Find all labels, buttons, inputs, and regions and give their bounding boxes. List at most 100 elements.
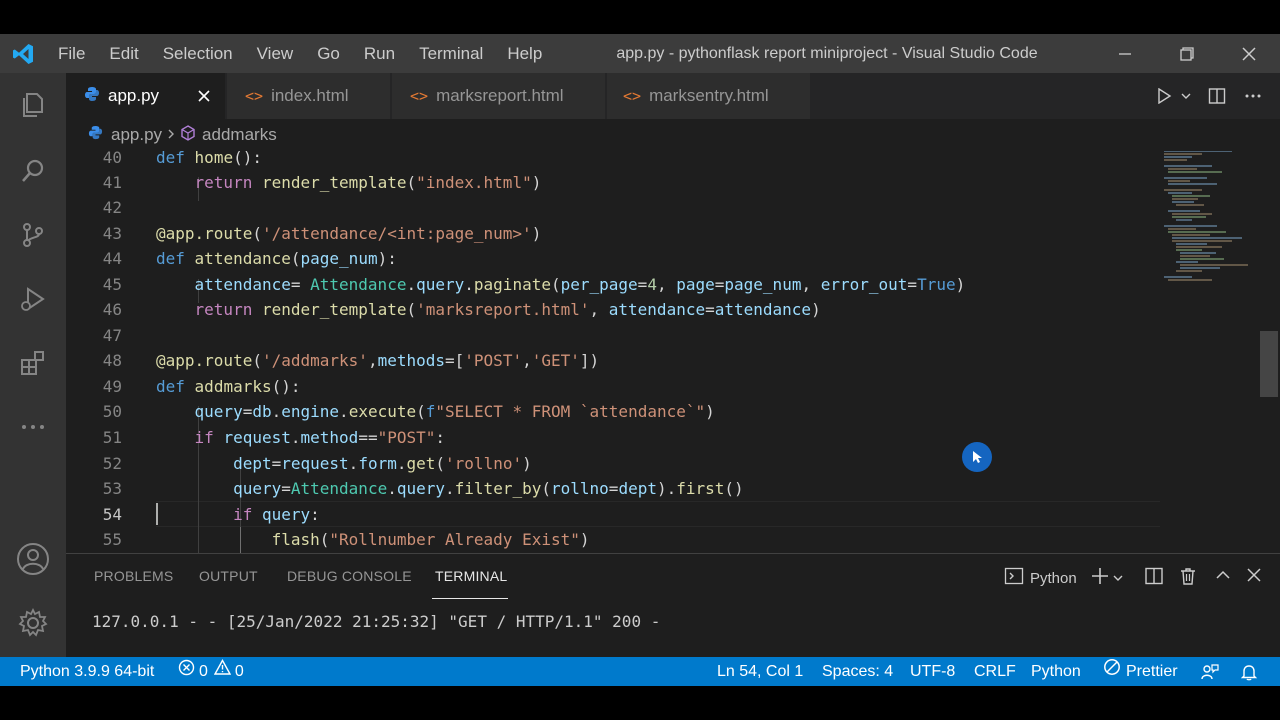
more-icon[interactable] <box>0 399 66 455</box>
menu-help[interactable]: Help <box>495 44 554 64</box>
python-interpreter[interactable]: Python 3.9.9 64-bit <box>20 657 154 686</box>
html-icon: <> <box>623 87 642 105</box>
window-title: app.py - pythonflask report miniproject … <box>616 45 1038 62</box>
breadcrumb-file[interactable]: app.py <box>111 125 162 145</box>
code-line: 44 def attendance(page_num): <box>102 249 397 268</box>
editor-tab-bar: app.py <> index.html <> marksreport.html… <box>66 73 1280 119</box>
tab-label: app.py <box>108 86 160 105</box>
tab-debug-console[interactable]: DEBUG CONSOLE <box>287 568 412 584</box>
prettier-label: Prettier <box>1126 663 1178 680</box>
close-tab-icon[interactable] <box>193 85 215 107</box>
menu-go[interactable]: Go <box>305 44 352 64</box>
settings-gear-icon[interactable] <box>0 595 66 651</box>
source-control-icon[interactable] <box>0 207 66 263</box>
code-line: 50 query=db.engine.execute(f"SELECT * FR… <box>102 402 715 421</box>
code-line: 40 def home(): <box>102 151 262 167</box>
minimize-button[interactable] <box>1094 34 1156 73</box>
minimap[interactable] <box>1162 151 1262 301</box>
encoding[interactable]: UTF-8 <box>910 657 955 686</box>
code-line: 43 @app.route('/attendance/<int:page_num… <box>102 224 542 243</box>
error-icon <box>178 657 195 686</box>
tab-label: index.html <box>271 86 349 105</box>
symbol-method-icon <box>180 124 196 146</box>
search-icon[interactable] <box>0 143 66 199</box>
letterbox-top <box>0 0 1280 34</box>
tab-index-html[interactable]: <> index.html <box>227 73 391 119</box>
chevron-down-icon[interactable] <box>1112 569 1124 588</box>
breadcrumb: app.py addmarks <box>66 119 1280 151</box>
tab-label: marksentry.html <box>649 86 769 105</box>
tab-problems[interactable]: PROBLEMS <box>94 568 173 584</box>
prettier-status[interactable]: Prettier <box>1103 657 1178 686</box>
restore-button[interactable] <box>1156 34 1218 73</box>
menu-selection[interactable]: Selection <box>151 44 245 64</box>
code-line: 49 def addmarks(): <box>102 377 301 396</box>
new-terminal-button[interactable] <box>1090 566 1124 590</box>
letterbox-bottom <box>0 686 1280 720</box>
terminal-icon <box>1004 566 1024 590</box>
indentation[interactable]: Spaces: 4 <box>822 657 893 686</box>
problems-status[interactable]: 0 0 <box>178 657 244 686</box>
code-line: 48 @app.route('/addmarks',methods=['POST… <box>102 351 600 370</box>
trash-icon[interactable] <box>1178 566 1198 586</box>
bottom-panel: PROBLEMS OUTPUT DEBUG CONSOLE TERMINAL P… <box>66 553 1280 657</box>
warning-count: 0 <box>234 663 244 680</box>
error-count: 0 <box>199 663 208 680</box>
prettier-check-icon <box>1103 657 1121 686</box>
tab-marksentry-html[interactable]: <> marksentry.html <box>607 73 811 119</box>
code-line: 51 if request.method=="POST": <box>102 428 446 447</box>
python-icon <box>88 125 103 145</box>
cursor-position[interactable]: Ln 54, Col 1 <box>717 657 803 686</box>
tab-marksreport-html[interactable]: <> marksreport.html <box>392 73 606 119</box>
mouse-pointer-highlight <box>962 442 992 472</box>
run-python-file-icon[interactable] <box>1152 81 1176 111</box>
code-line-current: 54 if query: <box>102 505 320 524</box>
run-debug-icon[interactable] <box>0 271 66 327</box>
code-line: 53 query=Attendance.query.filter_by(roll… <box>102 479 744 498</box>
language-mode[interactable]: Python <box>1031 657 1081 686</box>
account-icon[interactable] <box>0 531 66 587</box>
title-bar: File Edit Selection View Go Run Terminal… <box>0 34 1280 73</box>
code-line: 52 dept=request.form.get('rollno') <box>102 454 532 473</box>
html-icon: <> <box>245 87 264 105</box>
split-editor-icon[interactable] <box>1202 81 1232 111</box>
menu-file[interactable]: File <box>46 44 97 64</box>
terminal-shell-label: Python <box>1030 569 1077 587</box>
text-cursor <box>156 503 158 525</box>
menu-edit[interactable]: Edit <box>97 44 150 64</box>
code-editor[interactable]: 40 def home(): 41 return render_template… <box>66 151 1280 553</box>
chevron-up-icon[interactable] <box>1214 566 1232 584</box>
plus-icon <box>1090 566 1110 590</box>
extensions-icon[interactable] <box>0 335 66 391</box>
chevron-right-icon <box>166 125 176 145</box>
line-ending[interactable]: CRLF <box>974 657 1016 686</box>
code-line: 41 return render_template("index.html") <box>102 173 542 192</box>
warning-icon <box>213 657 232 686</box>
editor-actions <box>1152 73 1280 119</box>
explorer-icon[interactable] <box>0 77 66 133</box>
notifications-bell-icon[interactable] <box>1240 657 1258 686</box>
code-line: 47 <box>102 326 122 345</box>
tab-app-py[interactable]: app.py <box>66 73 226 119</box>
split-terminal-icon[interactable] <box>1144 566 1164 586</box>
menu-run[interactable]: Run <box>352 44 407 64</box>
feedback-icon[interactable] <box>1200 657 1220 686</box>
scrollbar-thumb[interactable] <box>1260 331 1278 397</box>
terminal-selector[interactable]: Python <box>1004 566 1077 590</box>
active-tab-indicator <box>432 598 508 599</box>
menu-view[interactable]: View <box>245 44 306 64</box>
html-icon: <> <box>410 87 429 105</box>
breadcrumb-symbol[interactable]: addmarks <box>202 125 277 145</box>
close-panel-icon[interactable] <box>1245 566 1263 584</box>
tab-output[interactable]: OUTPUT <box>199 568 258 584</box>
code-line: 45 attendance= Attendance.query.paginate… <box>102 275 966 294</box>
close-window-button[interactable] <box>1218 34 1280 73</box>
menu-terminal[interactable]: Terminal <box>407 44 495 64</box>
code-line: 46 return render_template('marksreport.h… <box>102 300 821 319</box>
tab-terminal[interactable]: TERMINAL <box>435 568 507 584</box>
chevron-down-icon[interactable] <box>1176 81 1196 111</box>
more-actions-icon[interactable] <box>1238 81 1268 111</box>
code-line: 55 flash("Rollnumber Already Exist") <box>102 530 590 549</box>
status-bar: Python 3.9.9 64-bit 0 0 Ln 54, Col 1 Spa… <box>0 657 1280 686</box>
tab-label: marksreport.html <box>436 86 564 105</box>
